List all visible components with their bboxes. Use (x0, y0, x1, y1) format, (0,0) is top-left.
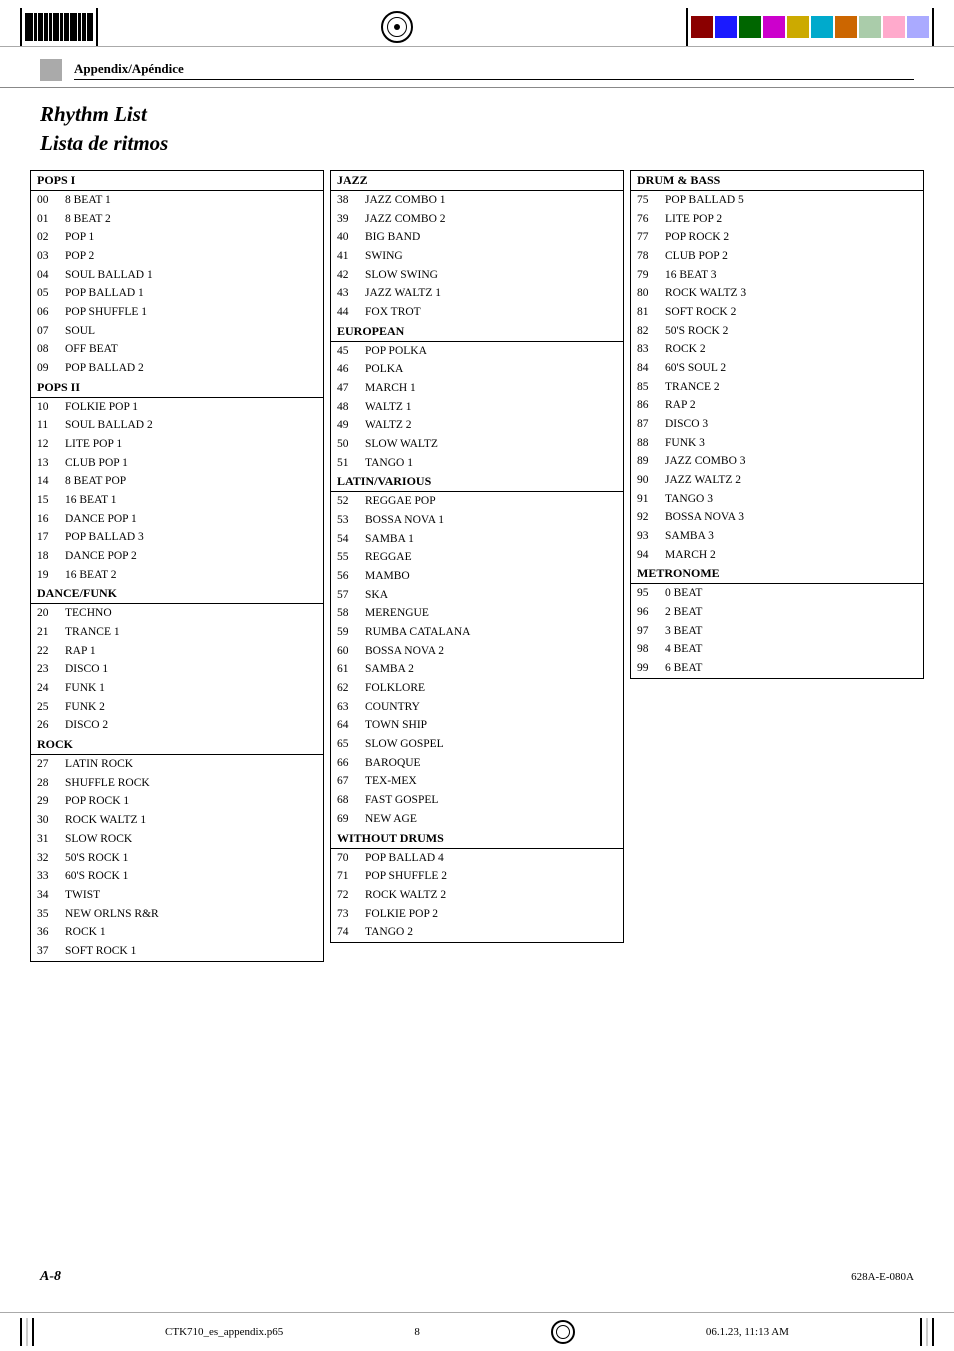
cat-drum-bass: DRUM & BASS (631, 171, 923, 191)
cat-rock: ROCK (31, 735, 323, 755)
page-title-en: Rhythm List (40, 102, 914, 127)
cat-without-drums: WITHOUT DRUMS (331, 829, 623, 849)
rhythm-list: POPS I 008 BEAT 1 018 BEAT 2 02POP 1 03P… (0, 170, 954, 962)
column-3: DRUM & BASS 75POP BALLAD 5 76LITE POP 2 … (630, 170, 924, 679)
footer-code: 628A-E-080A (851, 1271, 914, 1283)
page-title-es: Lista de ritmos (40, 131, 914, 156)
footer-date: 06.1.23, 11:13 AM (706, 1326, 789, 1338)
cat-pops-1: POPS I (31, 171, 323, 191)
cat-latin: LATIN/VARIOUS (331, 472, 623, 492)
cat-jazz: JAZZ (331, 171, 623, 191)
column-2: JAZZ 38JAZZ COMBO 1 39JAZZ COMBO 2 40BIG… (330, 170, 624, 943)
cat-pops-2: POPS II (31, 378, 323, 398)
column-1: POPS I 008 BEAT 1 018 BEAT 2 02POP 1 03P… (30, 170, 324, 962)
footer-page: A-8 (40, 1269, 61, 1285)
page-title-area: Rhythm List Lista de ritmos (0, 88, 954, 170)
footer-file: CTK710_es_appendix.p65 (165, 1326, 283, 1338)
cat-dance-funk: DANCE/FUNK (31, 584, 323, 604)
appendix-label: Appendix/Apéndice (74, 61, 914, 80)
cat-european: EUROPEAN (331, 322, 623, 342)
footer-num: 8 (414, 1326, 420, 1338)
cat-metronome: METRONOME (631, 564, 923, 584)
